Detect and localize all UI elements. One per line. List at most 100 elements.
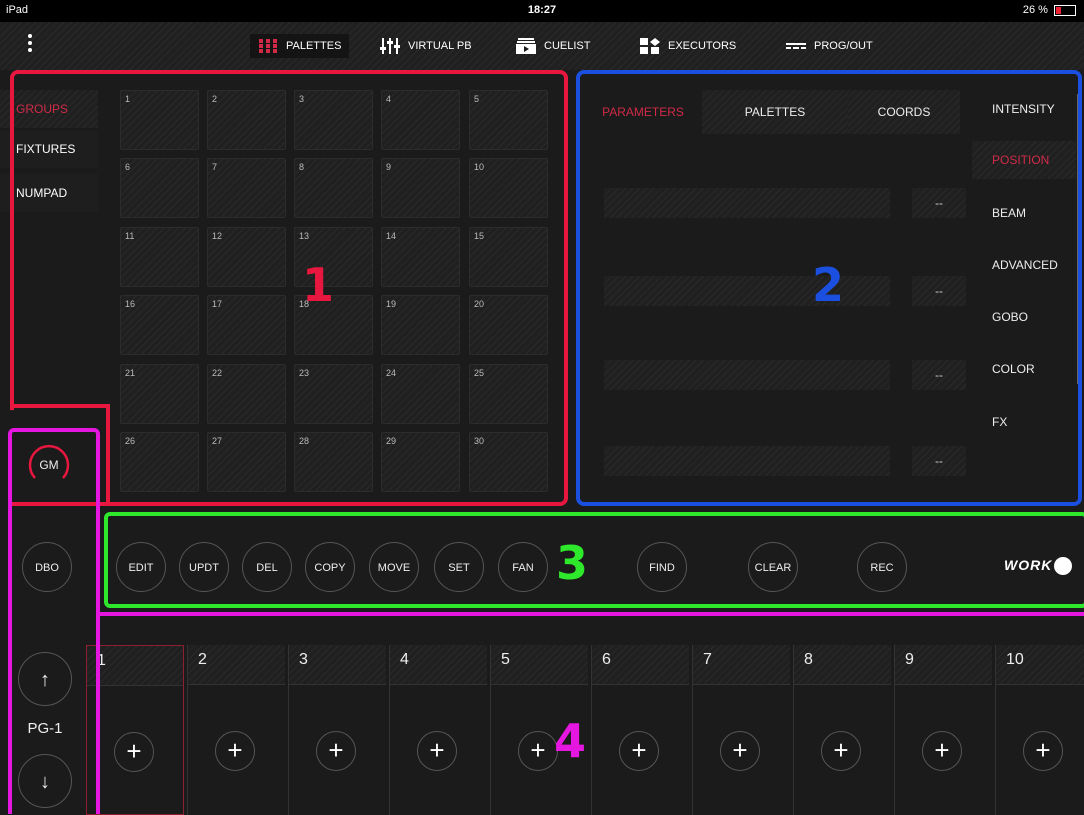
executor-slot[interactable]: 4 + <box>389 645 487 815</box>
category-position[interactable]: POSITION <box>972 141 1076 179</box>
executor-slot[interactable]: 7 + <box>692 645 790 815</box>
group-tile[interactable]: 24 <box>381 364 460 424</box>
executor-number: 10 <box>996 645 1084 685</box>
tab-palettes[interactable]: PALETTES <box>250 34 350 58</box>
category-fx[interactable]: FX <box>972 403 1076 441</box>
tab-label: PALETTES <box>286 40 342 52</box>
arrow-down-icon: ↓ <box>40 771 50 793</box>
tab-label: PARAMETERS <box>602 105 684 119</box>
group-tile[interactable]: 20 <box>469 295 548 355</box>
tab-param-palettes[interactable]: PALETTES <box>702 90 848 134</box>
group-tile[interactable]: 17 <box>207 295 286 355</box>
gm-button[interactable]: GM <box>24 440 74 490</box>
group-tile[interactable]: 29 <box>381 432 460 492</box>
category-label: INTENSITY <box>992 102 1055 116</box>
category-label: GOBO <box>992 310 1029 324</box>
executor-slot[interactable]: 6 + <box>591 645 689 815</box>
move-button[interactable]: MOVE <box>369 542 419 592</box>
group-tile[interactable]: 3 <box>294 90 373 150</box>
group-tile[interactable]: 22 <box>207 364 286 424</box>
group-tile[interactable]: 25 <box>469 364 548 424</box>
edit-button[interactable]: EDIT <box>116 542 166 592</box>
fan-button[interactable]: FAN <box>498 542 548 592</box>
group-tile[interactable]: 28 <box>294 432 373 492</box>
parameter-slot[interactable] <box>604 276 890 306</box>
category-beam[interactable]: BEAM <box>972 194 1076 232</box>
group-tile[interactable]: 19 <box>381 295 460 355</box>
group-number: 23 <box>299 368 310 378</box>
page-up-button[interactable]: ↑ <box>18 652 72 706</box>
parameter-slot[interactable] <box>604 446 890 476</box>
group-number: 29 <box>386 436 397 446</box>
group-tile[interactable]: 21 <box>120 364 199 424</box>
group-tile[interactable]: 5 <box>469 90 548 150</box>
tab-coords[interactable]: COORDS <box>848 90 960 134</box>
executor-slot[interactable]: 3 + <box>288 645 386 815</box>
group-tile[interactable]: 15 <box>469 227 548 287</box>
category-label: BEAM <box>992 206 1027 220</box>
update-button[interactable]: UPDT <box>179 542 229 592</box>
group-tile[interactable]: 6 <box>120 158 199 218</box>
executor-slot[interactable]: 1 + <box>86 645 184 815</box>
button-label: REC <box>870 562 894 574</box>
group-tile[interactable]: 9 <box>381 158 460 218</box>
add-icon[interactable]: + <box>417 731 457 771</box>
group-tile[interactable]: 2 <box>207 90 286 150</box>
menu-icon[interactable] <box>26 34 34 58</box>
category-advanced[interactable]: ADVANCED <box>972 246 1076 284</box>
group-tile[interactable]: 26 <box>120 432 199 492</box>
sidebar-item-numpad[interactable]: NUMPAD <box>0 174 98 212</box>
add-icon[interactable]: + <box>619 731 659 771</box>
add-icon[interactable]: + <box>821 731 861 771</box>
category-label: ADVANCED <box>992 258 1058 272</box>
page-down-button[interactable]: ↓ <box>18 754 72 808</box>
button-label: FIND <box>649 562 675 574</box>
add-icon[interactable]: + <box>114 732 154 772</box>
delete-button[interactable]: DEL <box>242 542 292 592</box>
tab-executors[interactable]: EXECUTORS <box>640 34 736 58</box>
group-tile[interactable]: 11 <box>120 227 199 287</box>
clear-button[interactable]: CLEAR <box>748 542 798 592</box>
add-icon[interactable]: + <box>922 731 962 771</box>
group-tile[interactable]: 10 <box>469 158 548 218</box>
group-tile[interactable]: 12 <box>207 227 286 287</box>
group-tile[interactable]: 23 <box>294 364 373 424</box>
category-color[interactable]: COLOR <box>972 350 1076 388</box>
category-gobo[interactable]: GOBO <box>972 298 1076 336</box>
set-button[interactable]: SET <box>434 542 484 592</box>
clock: 18:27 <box>527 4 557 16</box>
group-tile[interactable]: 4 <box>381 90 460 150</box>
executor-slot[interactable]: 8 + <box>793 645 891 815</box>
copy-button[interactable]: COPY <box>305 542 355 592</box>
category-intensity[interactable]: INTENSITY <box>972 90 1076 128</box>
sidebar-item-fixtures[interactable]: FIXTURES <box>0 130 98 168</box>
executor-slot[interactable]: 10 + <box>995 645 1084 815</box>
tab-virtual-pb[interactable]: VIRTUAL PB <box>380 34 472 58</box>
parameter-value: -- <box>912 276 966 306</box>
scrollbar[interactable] <box>1077 94 1080 384</box>
executor-slot[interactable]: 9 + <box>894 645 992 815</box>
group-tile[interactable]: 7 <box>207 158 286 218</box>
add-icon[interactable]: + <box>518 731 558 771</box>
tab-cuelist[interactable]: CUELIST <box>516 34 590 58</box>
parameter-slot[interactable] <box>604 360 890 390</box>
group-tile[interactable]: 30 <box>469 432 548 492</box>
dbo-button[interactable]: DBO <box>22 542 72 592</box>
add-icon[interactable]: + <box>720 731 760 771</box>
find-button[interactable]: FIND <box>637 542 687 592</box>
add-icon[interactable]: + <box>1023 731 1063 771</box>
group-tile[interactable]: 14 <box>381 227 460 287</box>
parameter-slot[interactable] <box>604 188 890 218</box>
executor-slot[interactable]: 2 + <box>187 645 285 815</box>
sidebar-item-groups[interactable]: GROUPS <box>0 90 98 128</box>
executor-number: 5 <box>491 645 588 685</box>
record-button[interactable]: REC <box>857 542 907 592</box>
tab-parameters[interactable]: PARAMETERS <box>584 90 702 134</box>
add-icon[interactable]: + <box>215 731 255 771</box>
tab-prog-out[interactable]: PROG/OUT <box>786 34 873 58</box>
add-icon[interactable]: + <box>316 731 356 771</box>
group-tile[interactable]: 16 <box>120 295 199 355</box>
group-tile[interactable]: 8 <box>294 158 373 218</box>
group-tile[interactable]: 1 <box>120 90 199 150</box>
group-tile[interactable]: 27 <box>207 432 286 492</box>
